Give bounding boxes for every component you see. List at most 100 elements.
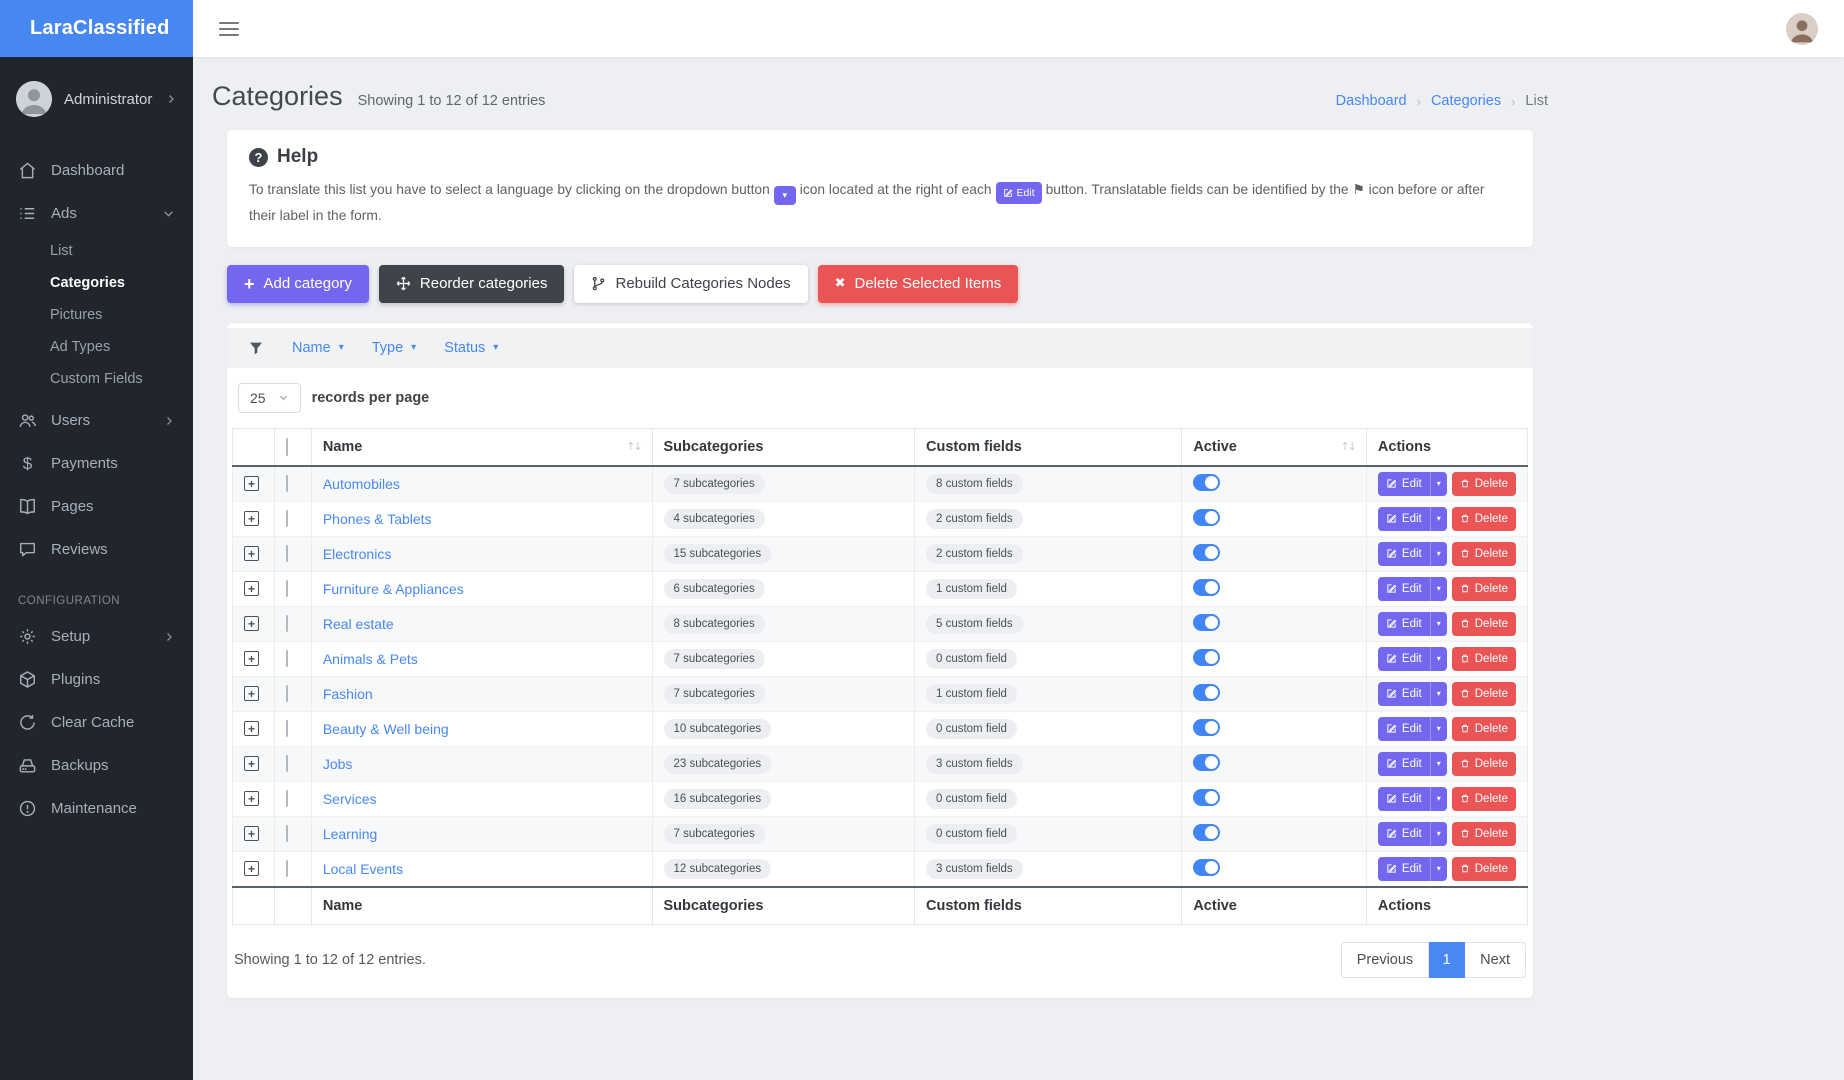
edit-button[interactable]: Edit ▾ bbox=[1378, 612, 1447, 636]
row-checkbox[interactable] bbox=[286, 545, 288, 562]
filter-status[interactable]: Status▾ bbox=[444, 340, 498, 356]
edit-dropdown-caret[interactable]: ▾ bbox=[1430, 612, 1447, 636]
row-checkbox[interactable] bbox=[286, 790, 288, 807]
pagination-previous[interactable]: Previous bbox=[1341, 942, 1429, 978]
sidebar-item-plugins[interactable]: Plugins bbox=[0, 658, 193, 701]
name-column-header[interactable]: Name↑↓ bbox=[311, 428, 652, 466]
category-name-link[interactable]: Furniture & Appliances bbox=[323, 581, 464, 597]
active-toggle[interactable] bbox=[1193, 474, 1220, 491]
edit-dropdown-caret[interactable]: ▾ bbox=[1430, 507, 1447, 531]
edit-button[interactable]: Edit ▾ bbox=[1378, 752, 1447, 776]
category-name-link[interactable]: Local Events bbox=[323, 861, 403, 877]
edit-dropdown-caret[interactable]: ▾ bbox=[1430, 647, 1447, 671]
select-all-checkbox[interactable] bbox=[286, 438, 288, 456]
delete-button[interactable]: Delete bbox=[1452, 682, 1516, 706]
edit-dropdown-caret[interactable]: ▾ bbox=[1430, 787, 1447, 811]
sidebar-item-ads[interactable]: Ads bbox=[0, 192, 193, 235]
sidebar-subitem-custom-fields[interactable]: Custom Fields bbox=[0, 363, 193, 395]
edit-button[interactable]: Edit ▾ bbox=[1378, 717, 1447, 741]
delete-button[interactable]: Delete bbox=[1452, 542, 1516, 566]
expand-row-icon[interactable]: + bbox=[244, 791, 259, 806]
edit-dropdown-caret[interactable]: ▾ bbox=[1430, 717, 1447, 741]
active-toggle[interactable] bbox=[1193, 859, 1220, 876]
edit-button[interactable]: Edit ▾ bbox=[1378, 542, 1447, 566]
add-category-button[interactable]: + Add category bbox=[227, 265, 369, 303]
sidebar-item-payments[interactable]: $Payments bbox=[0, 442, 193, 485]
active-toggle[interactable] bbox=[1193, 684, 1220, 701]
delete-button[interactable]: Delete bbox=[1452, 472, 1516, 496]
sidebar-item-pages[interactable]: Pages bbox=[0, 485, 193, 528]
category-name-link[interactable]: Phones & Tablets bbox=[323, 511, 432, 527]
active-toggle[interactable] bbox=[1193, 509, 1220, 526]
sidebar-subitem-categories[interactable]: Categories bbox=[0, 267, 193, 299]
active-toggle[interactable] bbox=[1193, 824, 1220, 841]
edit-dropdown-caret[interactable]: ▾ bbox=[1430, 822, 1447, 846]
delete-selected-button[interactable]: ✖ Delete Selected Items bbox=[818, 265, 1019, 303]
delete-button[interactable]: Delete bbox=[1452, 612, 1516, 636]
active-toggle[interactable] bbox=[1193, 754, 1220, 771]
delete-button[interactable]: Delete bbox=[1452, 752, 1516, 776]
expand-row-icon[interactable]: + bbox=[244, 511, 259, 526]
edit-dropdown-caret[interactable]: ▾ bbox=[1430, 542, 1447, 566]
filter-type[interactable]: Type▾ bbox=[372, 340, 416, 356]
filter-name[interactable]: Name▾ bbox=[292, 340, 344, 356]
account-avatar[interactable] bbox=[1786, 13, 1818, 45]
active-toggle[interactable] bbox=[1193, 579, 1220, 596]
row-checkbox[interactable] bbox=[286, 580, 288, 597]
sidebar-item-clear-cache[interactable]: Clear Cache bbox=[0, 701, 193, 744]
edit-button[interactable]: Edit ▾ bbox=[1378, 507, 1447, 531]
category-name-link[interactable]: Learning bbox=[323, 826, 378, 842]
hamburger-menu-icon[interactable] bbox=[219, 22, 239, 36]
active-toggle[interactable] bbox=[1193, 719, 1220, 736]
active-toggle[interactable] bbox=[1193, 614, 1220, 631]
edit-button[interactable]: Edit ▾ bbox=[1378, 857, 1447, 881]
row-checkbox[interactable] bbox=[286, 825, 288, 842]
sidebar-item-reviews[interactable]: Reviews bbox=[0, 528, 193, 571]
edit-button[interactable]: Edit ▾ bbox=[1378, 472, 1447, 496]
sidebar-item-users[interactable]: Users bbox=[0, 399, 193, 442]
row-checkbox[interactable] bbox=[286, 510, 288, 527]
reorder-categories-button[interactable]: Reorder categories bbox=[379, 265, 565, 303]
expand-row-icon[interactable]: + bbox=[244, 546, 259, 561]
sidebar-subitem-list[interactable]: List bbox=[0, 235, 193, 267]
sidebar-item-maintenance[interactable]: Maintenance bbox=[0, 787, 193, 830]
delete-button[interactable]: Delete bbox=[1452, 647, 1516, 671]
edit-dropdown-caret[interactable]: ▾ bbox=[1430, 682, 1447, 706]
row-checkbox[interactable] bbox=[286, 475, 288, 492]
delete-button[interactable]: Delete bbox=[1452, 787, 1516, 811]
delete-button[interactable]: Delete bbox=[1452, 822, 1516, 846]
edit-button[interactable]: Edit ▾ bbox=[1378, 682, 1447, 706]
row-checkbox[interactable] bbox=[286, 860, 288, 877]
category-name-link[interactable]: Jobs bbox=[323, 756, 353, 772]
delete-button[interactable]: Delete bbox=[1452, 577, 1516, 601]
edit-dropdown-caret[interactable]: ▾ bbox=[1430, 577, 1447, 601]
edit-dropdown-caret[interactable]: ▾ bbox=[1430, 472, 1447, 496]
category-name-link[interactable]: Electronics bbox=[323, 546, 391, 562]
expand-row-icon[interactable]: + bbox=[244, 581, 259, 596]
edit-dropdown-caret[interactable]: ▾ bbox=[1430, 752, 1447, 776]
category-name-link[interactable]: Beauty & Well being bbox=[323, 721, 449, 737]
row-checkbox[interactable] bbox=[286, 650, 288, 667]
delete-button[interactable]: Delete bbox=[1452, 507, 1516, 531]
delete-button[interactable]: Delete bbox=[1452, 857, 1516, 881]
category-name-link[interactable]: Services bbox=[323, 791, 377, 807]
sidebar-user-menu[interactable]: Administrator bbox=[0, 57, 193, 133]
pagination-next[interactable]: Next bbox=[1465, 942, 1526, 978]
row-checkbox[interactable] bbox=[286, 720, 288, 737]
active-column-header[interactable]: Active↑↓ bbox=[1182, 428, 1367, 466]
sidebar-item-backups[interactable]: Backups bbox=[0, 744, 193, 787]
category-name-link[interactable]: Animals & Pets bbox=[323, 651, 418, 667]
expand-row-icon[interactable]: + bbox=[244, 476, 259, 491]
breadcrumb-dashboard[interactable]: Dashboard bbox=[1336, 93, 1407, 109]
category-name-link[interactable]: Real estate bbox=[323, 616, 394, 632]
sidebar-subitem-pictures[interactable]: Pictures bbox=[0, 299, 193, 331]
expand-row-icon[interactable]: + bbox=[244, 651, 259, 666]
row-checkbox[interactable] bbox=[286, 615, 288, 632]
edit-dropdown-caret[interactable]: ▾ bbox=[1430, 857, 1447, 881]
pagination-page-1[interactable]: 1 bbox=[1429, 942, 1465, 978]
records-per-page-select[interactable]: 25 bbox=[238, 383, 301, 413]
expand-row-icon[interactable]: + bbox=[244, 756, 259, 771]
edit-button[interactable]: Edit ▾ bbox=[1378, 787, 1447, 811]
sidebar-item-setup[interactable]: Setup bbox=[0, 615, 193, 658]
category-name-link[interactable]: Automobiles bbox=[323, 476, 400, 492]
